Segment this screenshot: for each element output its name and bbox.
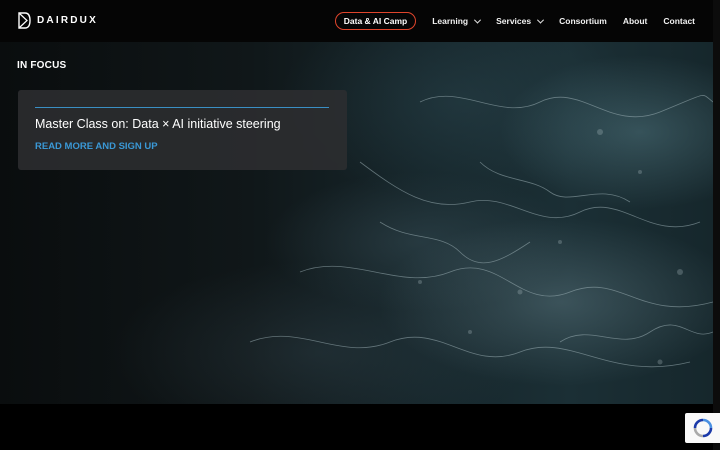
recaptcha-badge[interactable] bbox=[685, 413, 720, 443]
scrollbar[interactable] bbox=[713, 0, 720, 450]
chevron-down-icon bbox=[474, 16, 482, 24]
nav-item-learning[interactable]: Learning bbox=[432, 16, 482, 26]
dairdux-logo-icon bbox=[18, 12, 31, 29]
nav-item-about[interactable]: About bbox=[623, 16, 648, 26]
section-label-in-focus: IN FOCUS bbox=[17, 60, 67, 71]
page-footer-area bbox=[0, 404, 713, 450]
chevron-down-icon bbox=[537, 16, 545, 24]
nav-item-label: Contact bbox=[663, 16, 695, 26]
nav-item-consortium[interactable]: Consortium bbox=[559, 16, 607, 26]
nav-item-contact[interactable]: Contact bbox=[663, 16, 695, 26]
card-title: Master Class on: Data × AI initiative st… bbox=[35, 117, 281, 131]
card-accent-line bbox=[35, 107, 329, 108]
featured-card: Master Class on: Data × AI initiative st… bbox=[18, 90, 347, 170]
main-nav: Data & AI Camp Learning Services Consort… bbox=[334, 0, 695, 42]
site-header: DAIRDUX Data & AI Camp Learning Services… bbox=[0, 0, 713, 42]
recaptcha-icon bbox=[693, 418, 712, 438]
read-more-sign-up-link[interactable]: READ MORE AND SIGN UP bbox=[35, 141, 158, 152]
brand-name: DAIRDUX bbox=[37, 15, 98, 26]
brand-logo[interactable]: DAIRDUX bbox=[17, 12, 98, 29]
nav-item-label: Services bbox=[496, 16, 532, 26]
nav-item-label: Consortium bbox=[559, 16, 607, 26]
nav-item-label: Learning bbox=[432, 16, 469, 26]
nav-item-label: About bbox=[622, 16, 648, 26]
nav-item-services[interactable]: Services bbox=[496, 16, 545, 26]
nav-data-ai-camp-button[interactable]: Data & AI Camp bbox=[334, 12, 417, 30]
